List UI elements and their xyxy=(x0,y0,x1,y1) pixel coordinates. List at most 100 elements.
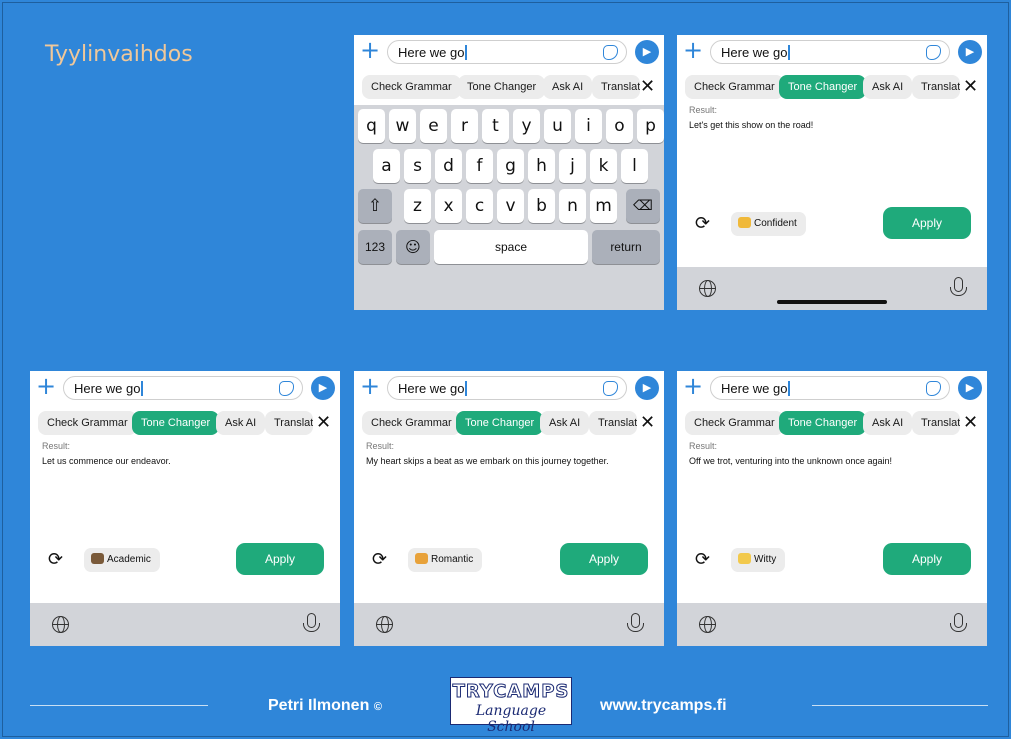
globe-icon[interactable] xyxy=(376,616,393,633)
apply-button[interactable]: Apply xyxy=(883,207,971,239)
chip-tone-changer[interactable]: Tone Changer xyxy=(132,411,220,435)
chip-ask-ai[interactable]: Ask AI xyxy=(863,411,913,435)
send-icon[interactable]: ▶ xyxy=(635,376,659,400)
keyboard-bottom-bar xyxy=(677,603,987,646)
key-y[interactable]: y xyxy=(513,109,540,143)
key-w[interactable]: w xyxy=(389,109,416,143)
key-o[interactable]: o xyxy=(606,109,633,143)
key-a[interactable]: a xyxy=(373,149,400,183)
message-input[interactable]: Here we go xyxy=(63,376,303,400)
close-icon[interactable]: ✕ xyxy=(963,411,978,435)
apply-button[interactable]: Apply xyxy=(236,543,324,575)
refresh-icon[interactable]: ⟳ xyxy=(372,551,387,569)
space-key[interactable]: space xyxy=(434,230,588,264)
key-r[interactable]: r xyxy=(451,109,478,143)
chip-ask-ai[interactable]: Ask AI xyxy=(863,75,913,99)
key-t[interactable]: t xyxy=(482,109,509,143)
chip-tone-changer[interactable]: Tone Changer xyxy=(458,75,546,99)
chip-check-grammar[interactable]: Check Grammar xyxy=(685,75,784,99)
key-k[interactable]: k xyxy=(590,149,617,183)
key-p[interactable]: p xyxy=(637,109,664,143)
tone-selector[interactable]: Romantic xyxy=(408,548,483,572)
mic-icon[interactable] xyxy=(950,613,967,632)
chip-tone-changer[interactable]: Tone Changer xyxy=(779,75,867,99)
message-input[interactable]: Here we go xyxy=(387,40,627,64)
chip-check-grammar[interactable]: Check Grammar xyxy=(362,411,461,435)
key-j[interactable]: j xyxy=(559,149,586,183)
chip-tone-changer[interactable]: Tone Changer xyxy=(779,411,867,435)
close-icon[interactable]: ✕ xyxy=(640,75,655,99)
chip-translate[interactable]: Translat xyxy=(265,411,313,435)
numbers-key[interactable]: 123 xyxy=(358,230,392,264)
key-u[interactable]: u xyxy=(544,109,571,143)
key-n[interactable]: n xyxy=(559,189,586,223)
apply-button[interactable]: Apply xyxy=(883,543,971,575)
backspace-key[interactable]: ⌫ xyxy=(626,189,660,223)
key-m[interactable]: m xyxy=(590,189,617,223)
message-input[interactable]: Here we go xyxy=(710,376,950,400)
send-icon[interactable]: ▶ xyxy=(958,40,982,64)
tone-selector[interactable]: Witty xyxy=(731,548,786,572)
key-x[interactable]: x xyxy=(435,189,462,223)
globe-icon[interactable] xyxy=(52,616,69,633)
plus-icon[interactable]: + xyxy=(360,374,380,398)
key-z[interactable]: z xyxy=(404,189,431,223)
plus-icon[interactable]: + xyxy=(360,38,380,62)
mic-icon[interactable] xyxy=(950,277,967,296)
sticker-icon[interactable] xyxy=(279,381,294,396)
key-c[interactable]: c xyxy=(466,189,493,223)
key-v[interactable]: v xyxy=(497,189,524,223)
shift-key[interactable]: ⇧ xyxy=(358,189,392,223)
key-e[interactable]: e xyxy=(420,109,447,143)
tone-result-screenshot-1: + Here we go ▶ Check Grammar Tone Change… xyxy=(677,35,987,310)
return-key[interactable]: return xyxy=(592,230,660,264)
send-icon[interactable]: ▶ xyxy=(635,40,659,64)
key-i[interactable]: i xyxy=(575,109,602,143)
message-input[interactable]: Here we go xyxy=(710,40,950,64)
key-q[interactable]: q xyxy=(358,109,385,143)
globe-icon[interactable] xyxy=(699,280,716,297)
sticker-icon[interactable] xyxy=(926,381,941,396)
chip-ask-ai[interactable]: Ask AI xyxy=(540,411,590,435)
key-d[interactable]: d xyxy=(435,149,462,183)
message-input[interactable]: Here we go xyxy=(387,376,627,400)
chip-ask-ai[interactable]: Ask AI xyxy=(216,411,266,435)
key-s[interactable]: s xyxy=(404,149,431,183)
sticker-icon[interactable] xyxy=(926,45,941,60)
close-icon[interactable]: ✕ xyxy=(963,75,978,99)
chip-translate[interactable]: Translat xyxy=(912,411,960,435)
tone-selector[interactable]: Confident xyxy=(731,212,806,236)
key-b[interactable]: b xyxy=(528,189,555,223)
send-icon[interactable]: ▶ xyxy=(311,376,335,400)
apply-button[interactable]: Apply xyxy=(560,543,648,575)
plus-icon[interactable]: + xyxy=(683,374,703,398)
close-icon[interactable]: ✕ xyxy=(316,411,331,435)
refresh-icon[interactable]: ⟳ xyxy=(695,215,710,233)
close-icon[interactable]: ✕ xyxy=(640,411,655,435)
chip-translate[interactable]: Translat xyxy=(912,75,960,99)
plus-icon[interactable]: + xyxy=(683,38,703,62)
key-l[interactable]: l xyxy=(621,149,648,183)
key-g[interactable]: g xyxy=(497,149,524,183)
globe-icon[interactable] xyxy=(699,616,716,633)
key-h[interactable]: h xyxy=(528,149,555,183)
chip-check-grammar[interactable]: Check Grammar xyxy=(685,411,784,435)
sticker-icon[interactable] xyxy=(603,381,618,396)
chip-translate[interactable]: Translat xyxy=(589,411,637,435)
chip-translate[interactable]: Translat xyxy=(592,75,640,99)
tone-selector[interactable]: Academic xyxy=(84,548,160,572)
refresh-icon[interactable]: ⟳ xyxy=(695,551,710,569)
refresh-icon[interactable]: ⟳ xyxy=(48,551,63,569)
ai-toolbar: Check Grammar Tone Changer Ask AI Transl… xyxy=(354,409,664,439)
chip-check-grammar[interactable]: Check Grammar xyxy=(362,75,461,99)
sticker-icon[interactable] xyxy=(603,45,618,60)
chip-tone-changer[interactable]: Tone Changer xyxy=(456,411,544,435)
mic-icon[interactable] xyxy=(303,613,320,632)
mic-icon[interactable] xyxy=(627,613,644,632)
emoji-key[interactable]: ☺ xyxy=(396,230,430,264)
chip-check-grammar[interactable]: Check Grammar xyxy=(38,411,137,435)
chip-ask-ai[interactable]: Ask AI xyxy=(543,75,593,99)
plus-icon[interactable]: + xyxy=(36,374,56,398)
send-icon[interactable]: ▶ xyxy=(958,376,982,400)
key-f[interactable]: f xyxy=(466,149,493,183)
